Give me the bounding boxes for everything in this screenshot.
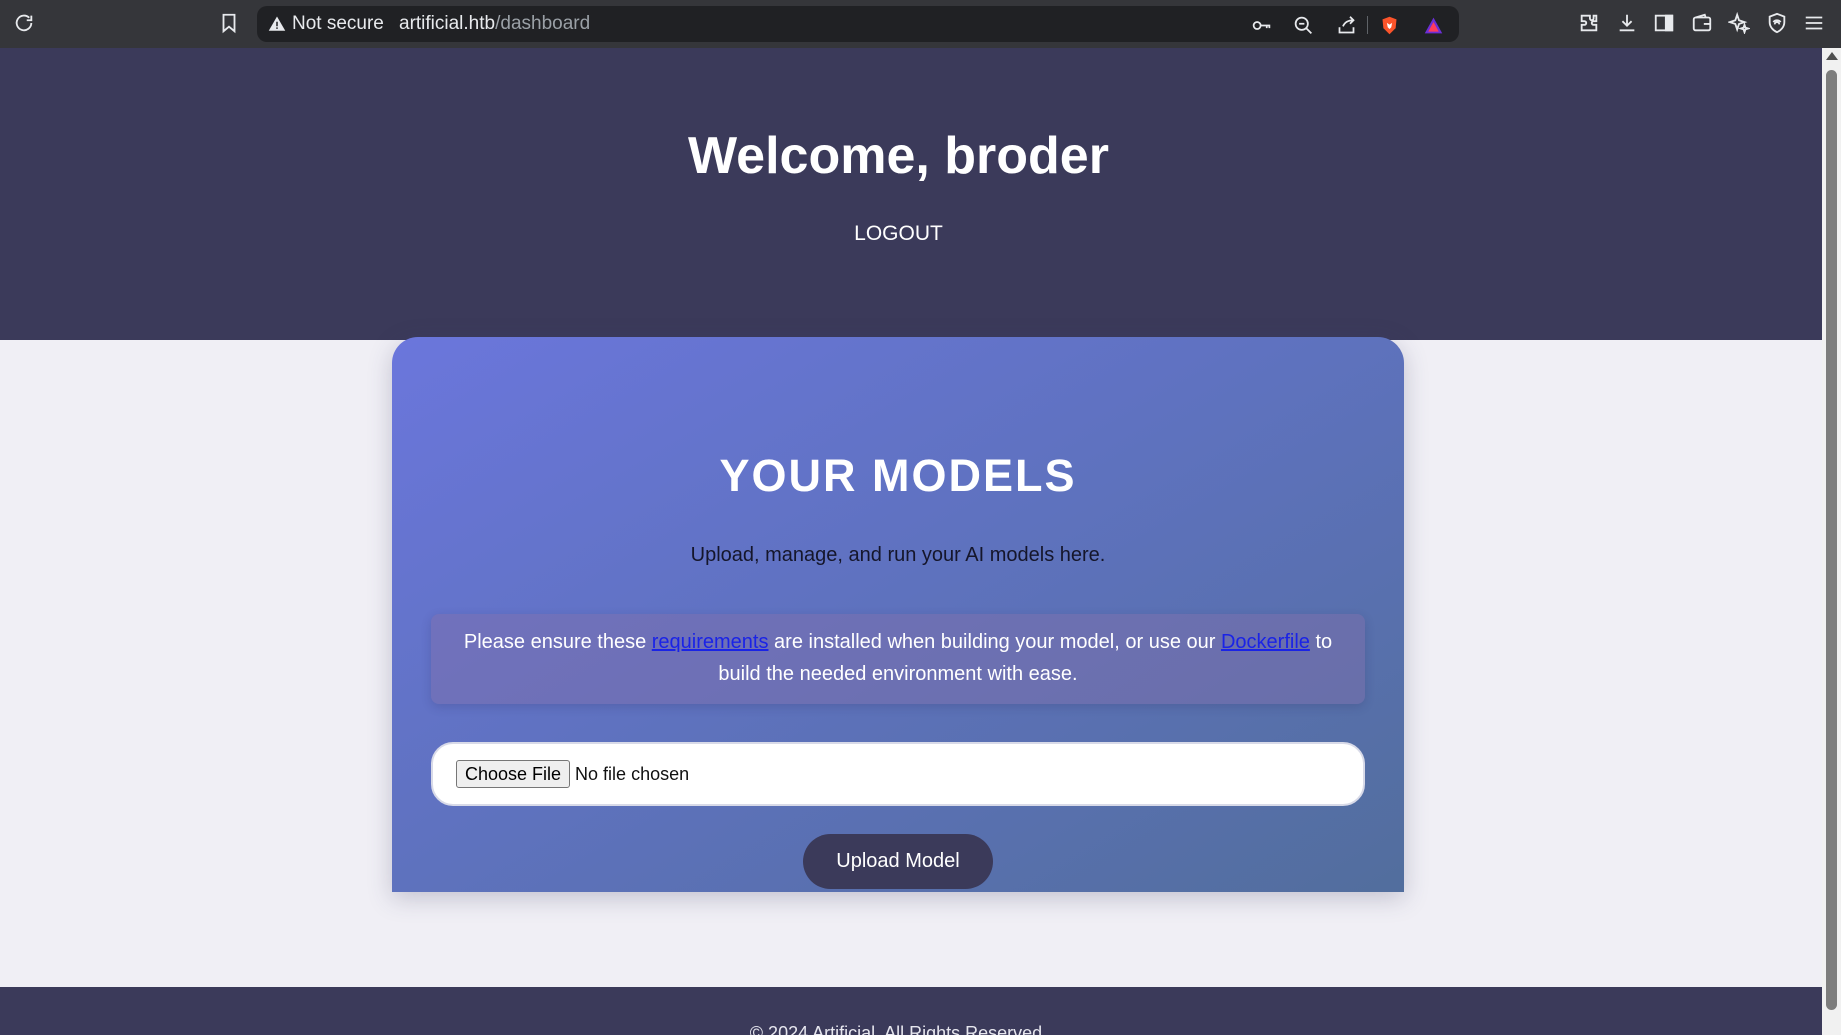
welcome-heading: Welcome, broder	[688, 127, 1109, 185]
vpn-shield-icon[interactable]	[1764, 10, 1790, 36]
address-bar[interactable]: Not secure artificial.htb/dashboard	[257, 6, 1459, 42]
extensions-icon[interactable]	[1576, 10, 1602, 36]
page-header: Welcome, broder LOGOUT	[0, 48, 1822, 340]
url-text[interactable]: artificial.htb/dashboard	[399, 6, 590, 42]
security-indicator[interactable]: Not secure	[268, 6, 384, 42]
notice-text-middle: are installed when building your model, …	[768, 631, 1221, 653]
models-title: YOUR MODELS	[719, 450, 1077, 501]
models-subtitle: Upload, manage, and run your AI models h…	[690, 544, 1106, 566]
security-label: Not secure	[292, 13, 384, 34]
bookmark-icon[interactable]	[216, 10, 242, 36]
upload-model-button[interactable]: Upload Model	[803, 834, 993, 889]
notice-text-before: Please ensure these	[463, 631, 652, 653]
zoom-out-icon[interactable]	[1291, 13, 1315, 37]
logout-link[interactable]: LOGOUT	[854, 222, 943, 245]
reload-icon[interactable]	[11, 10, 37, 36]
models-card: YOUR MODELS Upload, manage, and run your…	[392, 337, 1404, 892]
sidebar-icon[interactable]	[1651, 10, 1677, 36]
browser-toolbar: Not secure artificial.htb/dashboard	[0, 0, 1841, 48]
copyright-text: © 2024 Artificial. All Rights Reserved.	[749, 1023, 1048, 1035]
menu-icon[interactable]	[1801, 10, 1827, 36]
page-footer: © 2024 Artificial. All Rights Reserved.	[0, 987, 1822, 1035]
url-path: /dashboard	[495, 13, 591, 34]
dockerfile-link[interactable]: Dockerfile	[1221, 631, 1310, 653]
download-icon[interactable]	[1614, 10, 1640, 36]
scroll-thumb[interactable]	[1826, 70, 1837, 1010]
requirements-notice: Please ensure these requirements are ins…	[431, 614, 1365, 704]
key-icon[interactable]	[1249, 13, 1273, 37]
share-icon[interactable]	[1334, 13, 1358, 37]
leo-ai-icon[interactable]	[1726, 10, 1752, 36]
scroll-up-arrow-icon[interactable]	[1826, 52, 1838, 60]
choose-file-button[interactable]: Choose File	[456, 760, 571, 788]
page-scrollbar[interactable]	[1822, 48, 1841, 1035]
requirements-link[interactable]: requirements	[652, 631, 769, 653]
file-status: No file chosen	[575, 763, 690, 784]
warning-icon	[268, 16, 286, 31]
brave-rewards-icon[interactable]	[1421, 13, 1445, 37]
wallet-icon[interactable]	[1689, 10, 1715, 36]
model-file-input[interactable]: Choose File No file chosen	[431, 742, 1365, 806]
toolbar-separator	[1367, 16, 1368, 34]
url-host: artificial.htb	[399, 13, 496, 34]
brave-shield-icon[interactable]	[1377, 13, 1401, 37]
